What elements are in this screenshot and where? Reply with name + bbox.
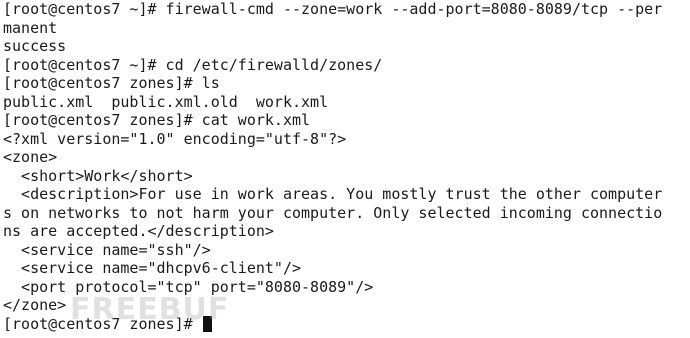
- terminal-line: s on networks to not harm your computer.…: [3, 203, 663, 222]
- shell-prompt: [root@centos7 zones]#: [3, 314, 202, 333]
- terminal-window[interactable]: [root@centos7 ~]# firewall-cmd --zone=wo…: [0, 0, 690, 338]
- terminal-line: <service name="dhcpv6-client"/>: [3, 259, 302, 277]
- terminal-line: manent: [3, 18, 58, 37]
- terminal-line: [root@centos7 zones]# cat work.xml: [3, 111, 311, 129]
- terminal-line: <short>Work</short>: [3, 166, 193, 185]
- terminal-line: public.xml public.xml.old work.xml: [3, 92, 329, 111]
- terminal-line: <zone>: [3, 148, 58, 166]
- terminal-line: [root@centos7 ~]# firewall-cmd --zone=wo…: [3, 0, 663, 18]
- terminal-line: [root@centos7 ~]# cd /etc/firewalld/zone…: [3, 55, 383, 74]
- terminal-line: ns are accepted.</description>: [3, 222, 274, 240]
- terminal-line: </zone>: [3, 296, 67, 314]
- terminal-line: [root@centos7 zones]# ls: [3, 74, 220, 92]
- terminal-prompt-line[interactable]: [root@centos7 zones]#: [3, 315, 690, 334]
- text-cursor: [202, 315, 212, 332]
- terminal-line: <description>For use in work areas. You …: [3, 185, 663, 203]
- terminal-line: <?xml version="1.0" encoding="utf-8"?>: [3, 129, 347, 148]
- terminal-line: <port protocol="tcp" port="8080-8089"/>: [3, 277, 374, 296]
- terminal-line: <service name="ssh"/>: [3, 240, 211, 259]
- terminal-line: success: [3, 37, 67, 55]
